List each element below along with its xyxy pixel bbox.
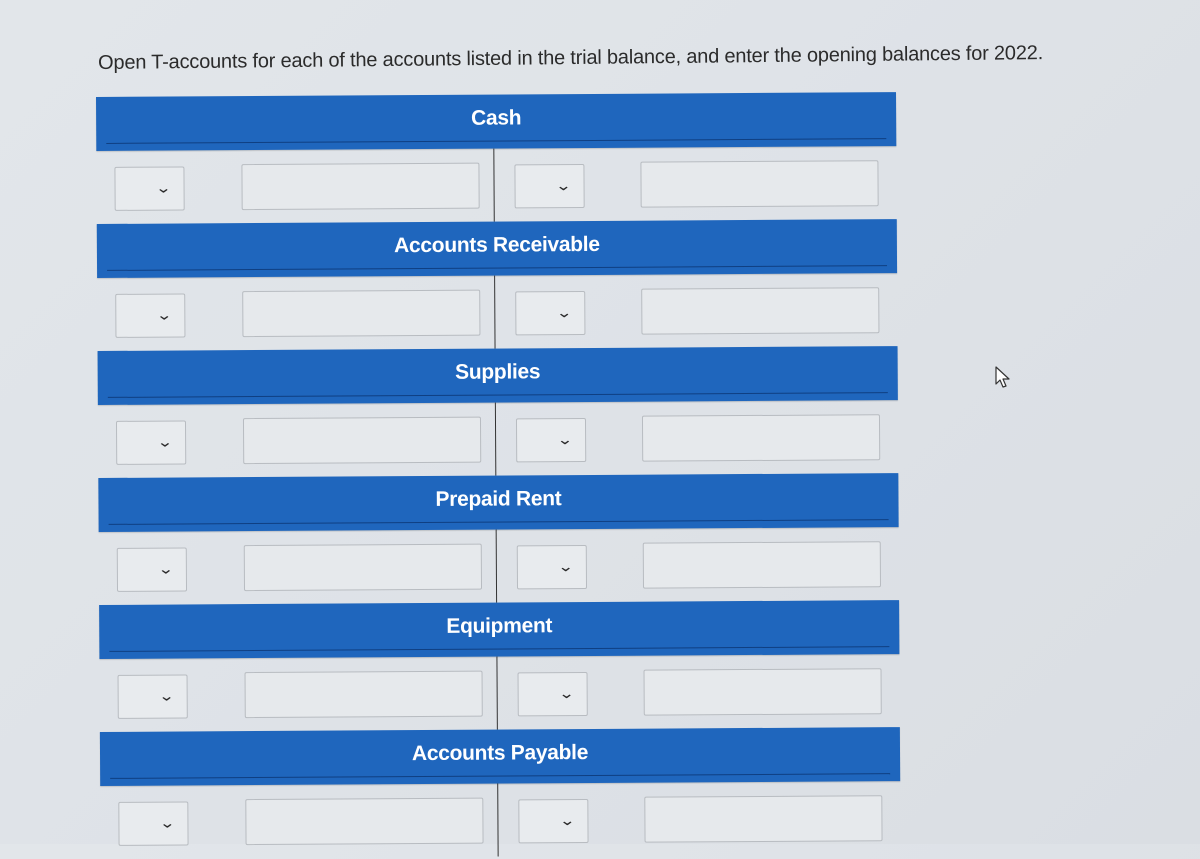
debit-amount-input[interactable] [245, 797, 484, 846]
credit-account-select[interactable]: ⌄ [516, 545, 588, 590]
t-account-divider [493, 148, 495, 222]
mouse-pointer-icon [995, 366, 1010, 388]
chevron-down-icon: ⌄ [158, 687, 176, 704]
chevron-down-icon: ⌄ [156, 433, 174, 450]
t-account-divider [496, 656, 498, 730]
chevron-down-icon: ⌄ [159, 814, 176, 831]
chevron-down-icon: ⌄ [157, 560, 175, 577]
t-account-body: ⌄ ⌄ [97, 273, 897, 351]
debit-account-select[interactable]: ⌄ [116, 547, 188, 592]
t-account-prepaid-rent: Prepaid Rent ⌄ ⌄ [98, 473, 899, 605]
t-account-accounts-payable: Accounts Payable ⌄ ⌄ [99, 727, 901, 859]
t-account-divider [495, 529, 498, 603]
credit-amount-input[interactable] [641, 287, 880, 335]
credit-amount-input[interactable] [640, 160, 879, 208]
t-account-title: Accounts Payable [99, 727, 901, 786]
chevron-down-icon: ⌄ [557, 558, 575, 575]
debit-amount-input[interactable] [242, 416, 482, 465]
debit-account-select[interactable]: ⌄ [114, 166, 185, 211]
t-account-title: Supplies [97, 346, 898, 405]
t-account-body: ⌄ ⌄ [96, 146, 896, 224]
t-account-body: ⌄ ⌄ [98, 400, 898, 478]
debit-account-select[interactable]: ⌄ [115, 293, 186, 338]
credit-amount-input[interactable] [644, 795, 883, 843]
chevron-down-icon: ⌄ [555, 177, 572, 194]
t-account-accounts-receivable: Accounts Receivable ⌄ ⌄ [96, 219, 898, 351]
t-account-body: ⌄ ⌄ [99, 654, 899, 732]
t-accounts-list: Cash ⌄ ⌄ Accounts Receivable ⌄ ⌄ Supplie… [96, 92, 901, 859]
chevron-down-icon: ⌄ [559, 812, 576, 829]
chevron-down-icon: ⌄ [558, 685, 576, 702]
instruction-text: Open T-accounts for each of the accounts… [98, 42, 1044, 74]
debit-amount-input[interactable] [241, 162, 480, 211]
credit-account-select[interactable]: ⌄ [515, 418, 587, 463]
chevron-down-icon: ⌄ [556, 431, 574, 448]
credit-amount-input[interactable] [641, 414, 881, 462]
t-account-divider [497, 783, 499, 857]
t-account-divider [494, 402, 497, 476]
debit-amount-input[interactable] [243, 543, 483, 592]
debit-account-select[interactable]: ⌄ [117, 674, 188, 719]
chevron-down-icon: ⌄ [556, 304, 573, 321]
credit-amount-input[interactable] [643, 668, 882, 716]
t-account-body: ⌄ ⌄ [100, 781, 900, 859]
credit-account-select[interactable]: ⌄ [518, 799, 589, 844]
debit-account-select[interactable]: ⌄ [115, 420, 187, 465]
t-account-title: Accounts Receivable [96, 219, 898, 278]
credit-account-select[interactable]: ⌄ [514, 164, 585, 209]
debit-account-select[interactable]: ⌄ [118, 801, 189, 846]
t-account-cash: Cash ⌄ ⌄ [96, 92, 897, 224]
chevron-down-icon: ⌄ [156, 306, 173, 323]
debit-amount-input[interactable] [242, 289, 481, 338]
t-account-body: ⌄ ⌄ [99, 527, 899, 605]
credit-account-select[interactable]: ⌄ [515, 291, 586, 336]
credit-account-select[interactable]: ⌄ [517, 672, 588, 717]
credit-amount-input[interactable] [642, 541, 882, 589]
t-account-equipment: Equipment ⌄ ⌄ [99, 600, 900, 732]
t-account-title: Cash [96, 92, 897, 151]
chevron-down-icon: ⌄ [155, 179, 172, 196]
t-account-divider [494, 275, 496, 349]
debit-amount-input[interactable] [244, 670, 483, 719]
t-account-supplies: Supplies ⌄ ⌄ [97, 346, 899, 478]
t-account-title: Equipment [99, 600, 900, 659]
t-account-title: Prepaid Rent [98, 473, 899, 532]
